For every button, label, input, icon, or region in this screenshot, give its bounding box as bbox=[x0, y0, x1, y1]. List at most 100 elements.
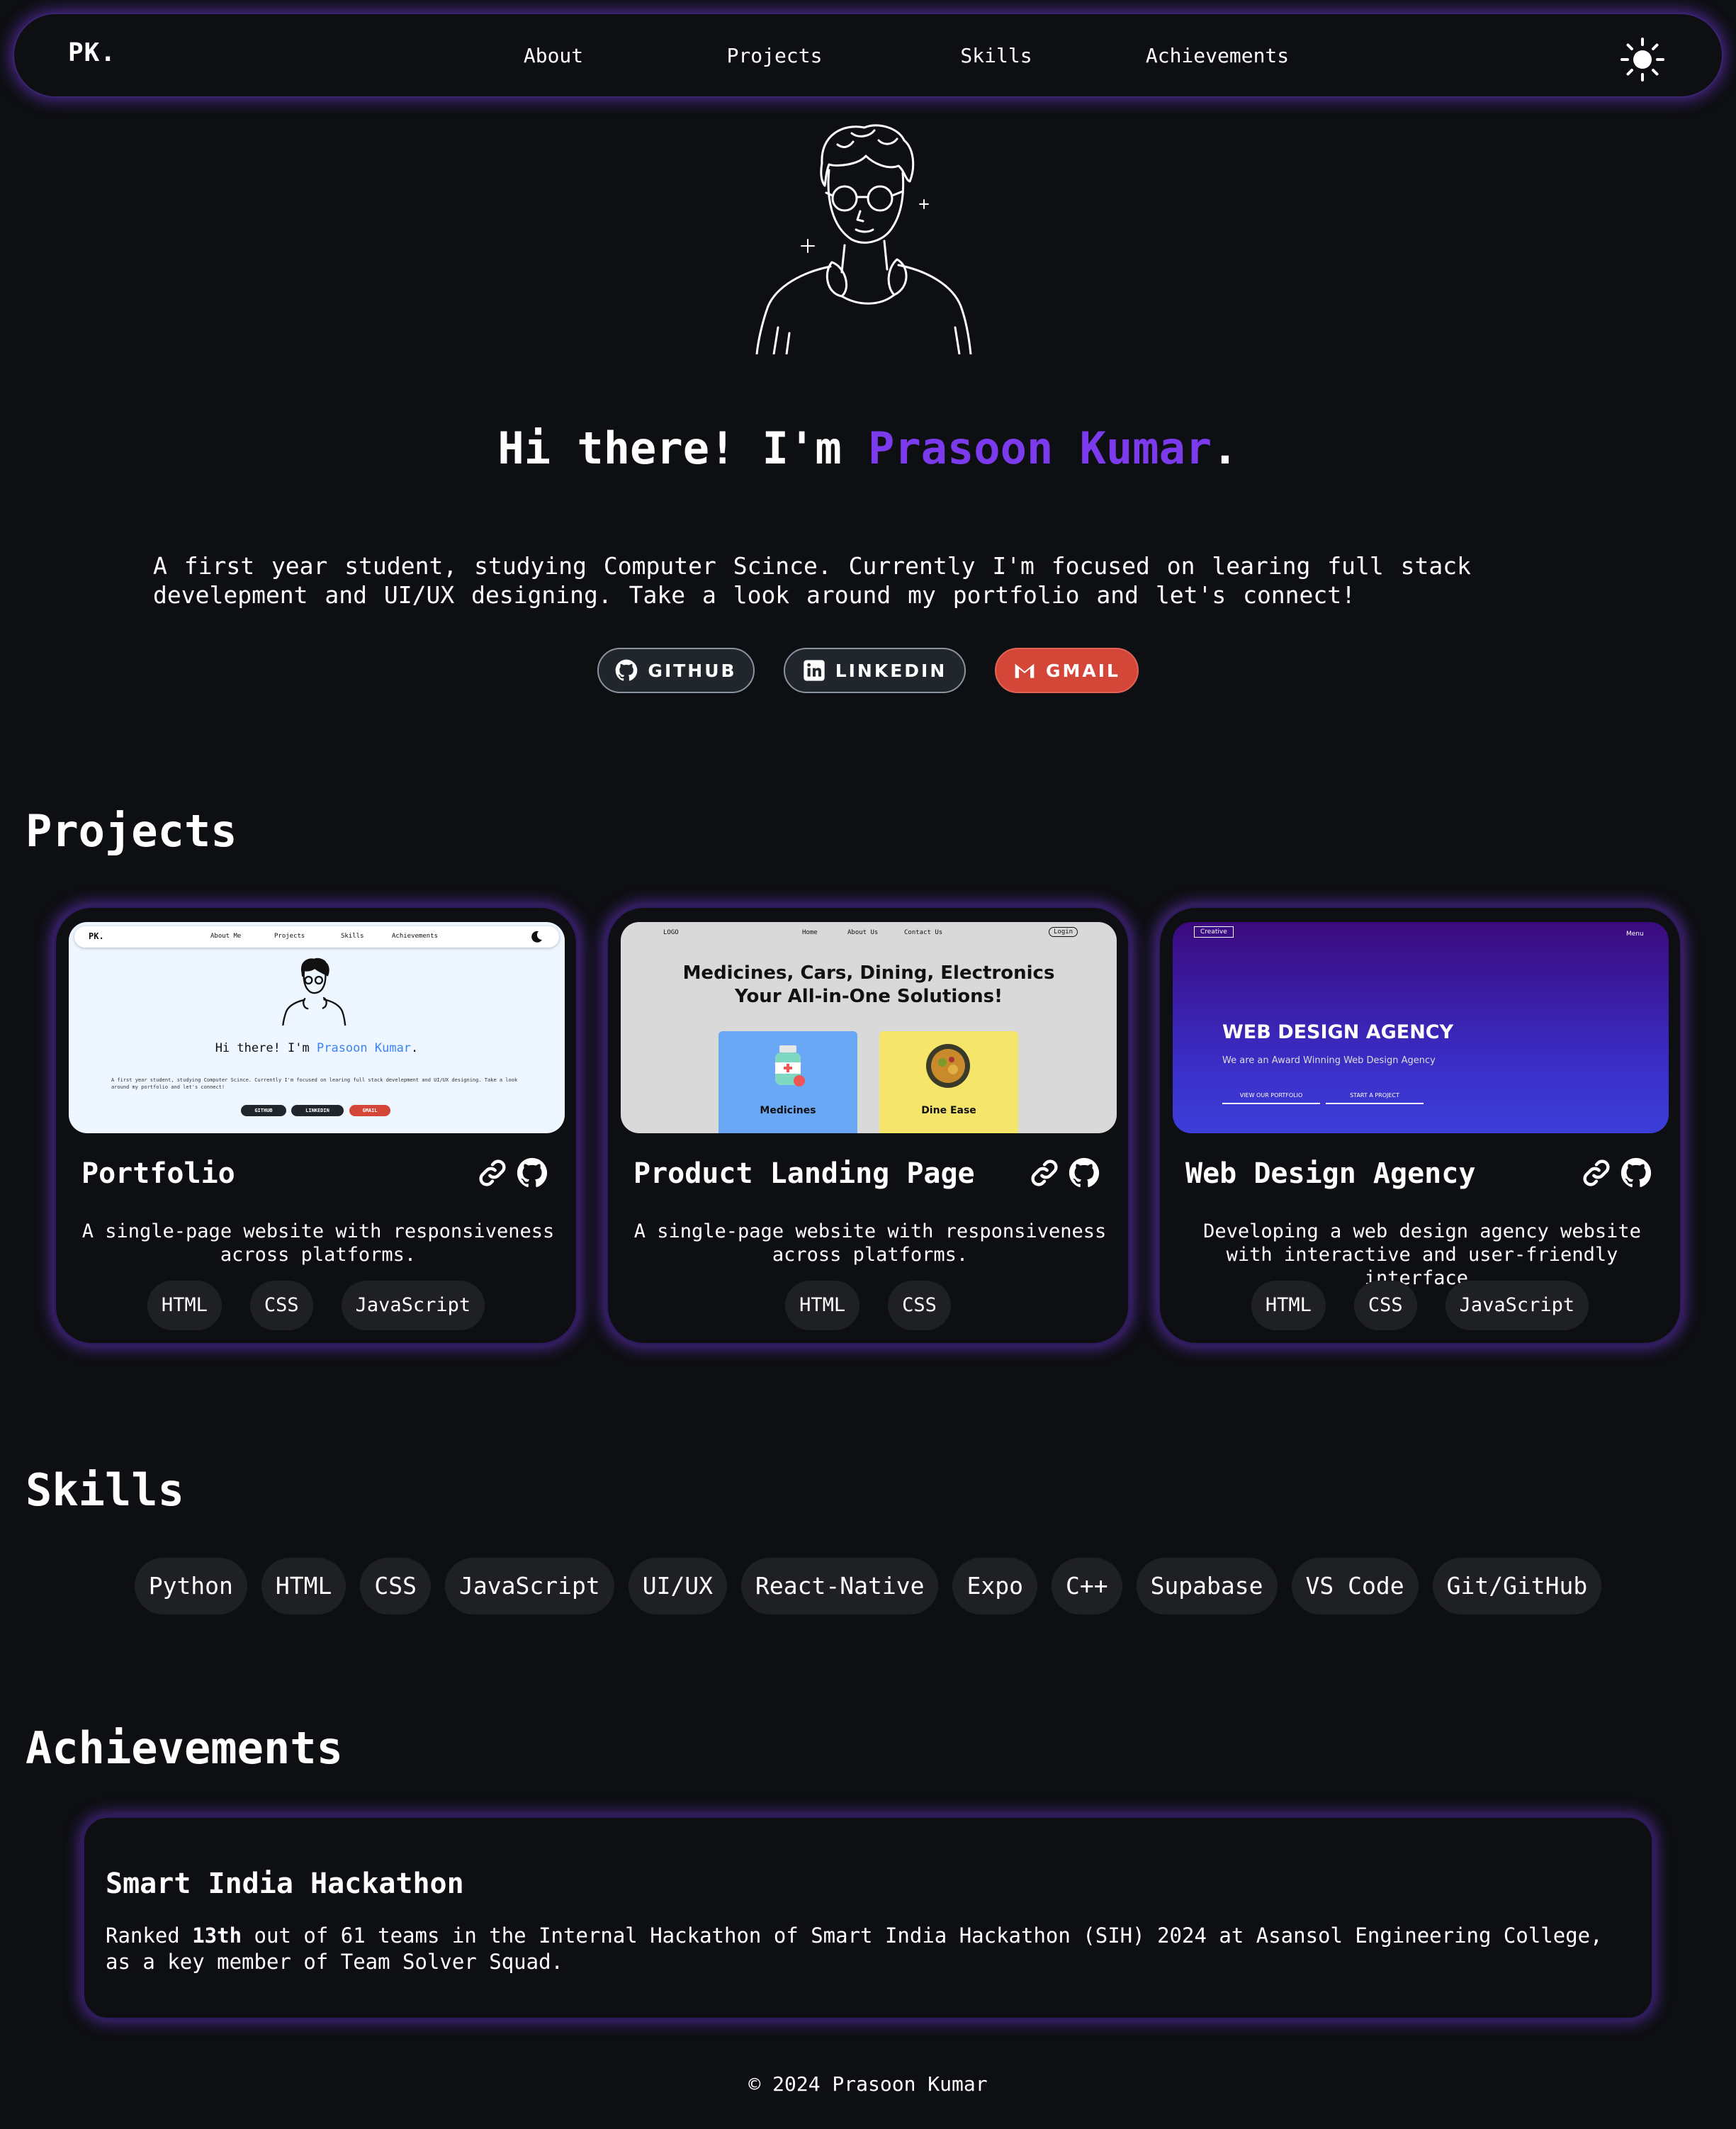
preview-name: Prasoon Kumar bbox=[316, 1041, 412, 1055]
github-icon[interactable] bbox=[1069, 1157, 1100, 1189]
navbar bbox=[13, 13, 1723, 98]
preview-nav-contact: Contact Us bbox=[904, 929, 943, 936]
preview-cta-project: START A PROJECT bbox=[1326, 1092, 1424, 1104]
github-button[interactable]: GITHUB bbox=[597, 648, 755, 693]
github-icon[interactable] bbox=[517, 1157, 548, 1189]
achievement-text-before: Ranked bbox=[106, 1923, 193, 1948]
preview-headline-line2: Your All-in-One Solutions! bbox=[735, 986, 1003, 1007]
nav-link-skills[interactable]: Skills bbox=[960, 44, 1032, 67]
food-bowl-icon bbox=[926, 1044, 970, 1088]
theme-toggle-button[interactable] bbox=[1620, 37, 1665, 82]
project-card-web-design-agency: Creative Menu WEB DESIGN AGENCY We are a… bbox=[1158, 906, 1682, 1345]
project-description: Developing a web design agency website w… bbox=[1203, 1220, 1641, 1289]
preview-nav-skills: Skills bbox=[341, 933, 364, 940]
link-icon[interactable] bbox=[477, 1157, 508, 1189]
skill-chip: Python bbox=[134, 1558, 247, 1614]
project-screenshot-product-landing[interactable]: LOGO Home About Us Contact Us Login Medi… bbox=[621, 922, 1117, 1133]
achievement-rank: 13th bbox=[192, 1923, 242, 1948]
project-description: A single-page website with responsivenes… bbox=[81, 1220, 555, 1266]
skill-chip: C++ bbox=[1051, 1558, 1122, 1614]
avatar-illustration bbox=[755, 124, 972, 354]
footer-copyright: © 2024 Prasoon Kumar bbox=[748, 2072, 988, 2096]
tech-tag: HTML bbox=[785, 1281, 860, 1330]
sun-icon bbox=[1621, 38, 1664, 82]
gmail-icon bbox=[1015, 663, 1035, 678]
site-logo[interactable]: PK. bbox=[68, 38, 116, 67]
preview-github-button: GITHUB bbox=[241, 1105, 286, 1116]
nav-link-about[interactable]: About bbox=[524, 44, 583, 67]
preview-period: . bbox=[411, 1041, 419, 1055]
achievement-description: Ranked 13th out of 61 teams in the Inter… bbox=[106, 1923, 1636, 1975]
skill-chip: Expo bbox=[952, 1558, 1037, 1614]
preview-nav-about: About Me bbox=[210, 933, 242, 940]
preview-heading: Hi there! I'm Prasoon Kumar. bbox=[69, 1041, 565, 1055]
preview-greeting: Hi there! I'm bbox=[215, 1041, 317, 1055]
tech-tag: CSS bbox=[888, 1281, 951, 1330]
medicine-bottle-icon bbox=[775, 1045, 805, 1086]
preview-gmail-button: GMAIL bbox=[349, 1105, 390, 1116]
gmail-button-label: GMAIL bbox=[1046, 660, 1120, 681]
project-description: A single-page website with responsivenes… bbox=[633, 1220, 1107, 1266]
hero-heading: Hi there! I'm Prasoon Kumar. bbox=[0, 422, 1736, 474]
project-card-portfolio: PK. About Me Projects Skills Achievement… bbox=[54, 906, 578, 1345]
project-card-product-landing-page: LOGO Home About Us Contact Us Login Medi… bbox=[606, 906, 1130, 1345]
skill-chip: CSS bbox=[360, 1558, 432, 1614]
tech-tag: JavaScript bbox=[341, 1281, 485, 1330]
hero-greeting: Hi there! I'm bbox=[497, 422, 868, 474]
project-tags: HTML CSS JavaScript bbox=[1160, 1281, 1680, 1330]
nav-link-projects[interactable]: Projects bbox=[727, 44, 823, 67]
project-screenshot-agency[interactable]: Creative Menu WEB DESIGN AGENCY We are a… bbox=[1173, 922, 1669, 1133]
tech-tag: JavaScript bbox=[1445, 1281, 1589, 1330]
github-icon bbox=[616, 659, 638, 681]
project-title: Product Landing Page bbox=[633, 1157, 975, 1190]
skill-chip: React-Native bbox=[741, 1558, 939, 1614]
preview-login-button: Login bbox=[1049, 927, 1078, 937]
nav-link-achievements[interactable]: Achievements bbox=[1146, 44, 1289, 67]
skill-chip: UI/UX bbox=[628, 1558, 728, 1614]
hero-period: . bbox=[1212, 422, 1239, 474]
skill-chip: Supabase bbox=[1136, 1558, 1278, 1614]
preview-headline: WEB DESIGN AGENCY bbox=[1222, 1021, 1454, 1043]
tech-tag: CSS bbox=[1353, 1281, 1417, 1330]
preview-logo: Creative bbox=[1194, 926, 1234, 938]
preview-cta-portfolio: VIEW OUR PORTFOLIO bbox=[1222, 1092, 1320, 1104]
linkedin-icon bbox=[804, 660, 825, 681]
project-tags: HTML CSS bbox=[608, 1281, 1128, 1330]
github-button-label: GITHUB bbox=[648, 660, 737, 681]
project-title: Web Design Agency bbox=[1185, 1157, 1476, 1190]
projects-heading: Projects bbox=[26, 805, 237, 857]
achievement-title: Smart India Hackathon bbox=[106, 1867, 464, 1900]
skill-chip: VS Code bbox=[1291, 1558, 1419, 1614]
project-title: Portfolio bbox=[81, 1157, 235, 1190]
hero-name: Prasoon Kumar bbox=[868, 422, 1212, 474]
tech-tag: HTML bbox=[147, 1281, 222, 1330]
link-icon[interactable] bbox=[1029, 1157, 1060, 1189]
preview-linkedin-button: LINKEDIN bbox=[291, 1105, 344, 1116]
preview-avatar bbox=[282, 957, 346, 1026]
preview-menu: Menu bbox=[1626, 931, 1644, 938]
achievement-text-after: out of 61 teams in the Internal Hackatho… bbox=[106, 1923, 1603, 1974]
project-links bbox=[477, 1157, 548, 1189]
preview-headline: Medicines, Cars, Dining, Electronics You… bbox=[621, 962, 1117, 1009]
preview-nav-projects: Projects bbox=[274, 933, 305, 940]
project-links bbox=[1029, 1157, 1100, 1189]
github-icon[interactable] bbox=[1621, 1157, 1652, 1189]
achievements-heading: Achievements bbox=[26, 1722, 343, 1774]
tech-tag: CSS bbox=[249, 1281, 313, 1330]
preview-tile-dine-ease: Dine Ease bbox=[879, 1031, 1018, 1133]
preview-subheadline: We are an Award Winning Web Design Agenc… bbox=[1222, 1055, 1436, 1066]
preview-nav-achievements: Achievements bbox=[392, 933, 439, 940]
project-screenshot-portfolio[interactable]: PK. About Me Projects Skills Achievement… bbox=[69, 922, 565, 1133]
skill-chip: HTML bbox=[261, 1558, 346, 1614]
preview-tile-label: Dine Ease bbox=[921, 1105, 976, 1116]
tech-tag: HTML bbox=[1251, 1281, 1326, 1330]
gmail-button[interactable]: GMAIL bbox=[995, 648, 1139, 693]
linkedin-button-label: LINKEDIN bbox=[835, 660, 947, 681]
preview-tile-medicines: Medicines bbox=[718, 1031, 857, 1133]
preview-tile-label: Medicines bbox=[760, 1105, 816, 1116]
preview-bio: A first year student, studying Computer … bbox=[111, 1077, 518, 1090]
preview-navbar bbox=[74, 926, 559, 948]
hero-bio: A first year student, studying Computer … bbox=[153, 552, 1471, 609]
link-icon[interactable] bbox=[1581, 1157, 1612, 1189]
linkedin-button[interactable]: LINKEDIN bbox=[784, 648, 966, 693]
